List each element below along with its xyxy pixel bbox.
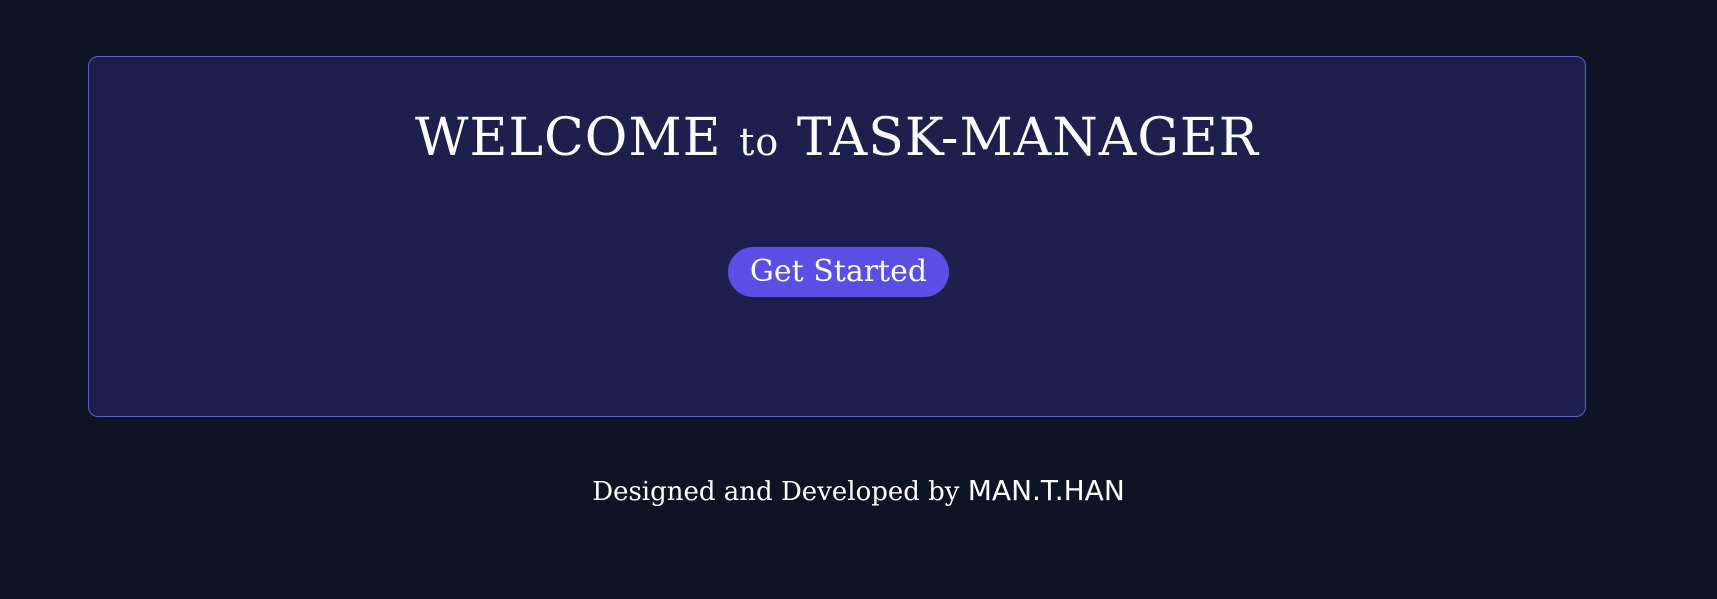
footer-credit-text: Designed and Developed by bbox=[592, 477, 960, 507]
footer-author: MAN.T.HAN bbox=[967, 474, 1125, 507]
page-title: WELCOME to TASK-MANAGER bbox=[89, 107, 1585, 169]
footer: Designed and Developed by MAN.T.HAN bbox=[0, 474, 1717, 508]
title-welcome: WELCOME bbox=[415, 108, 722, 168]
title-task-manager: TASK-MANAGER bbox=[796, 108, 1259, 168]
title-to: to bbox=[739, 120, 780, 164]
hero-card: WELCOME to TASK-MANAGER Get Started bbox=[88, 56, 1586, 417]
get-started-button[interactable]: Get Started bbox=[728, 247, 949, 297]
